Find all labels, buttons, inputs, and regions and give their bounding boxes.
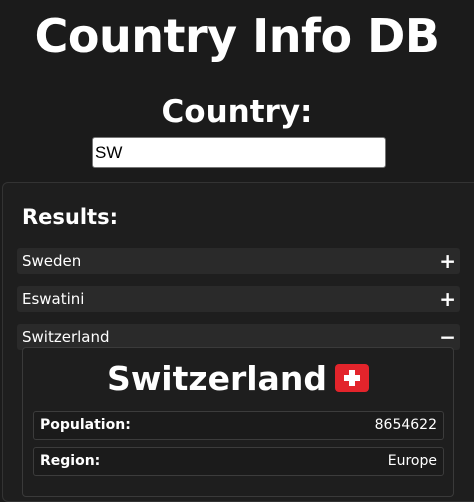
app-title: Country Info DB — [34, 9, 440, 63]
switzerland-flag-icon — [334, 364, 369, 392]
region-value: Europe — [387, 453, 437, 469]
result-item-eswatini[interactable]: Eswatini + — [17, 286, 460, 312]
result-item-label: Sweden — [22, 252, 82, 270]
result-item-sweden[interactable]: Sweden + — [17, 248, 460, 274]
country-name: Switzerland — [107, 359, 327, 398]
country-search-input[interactable] — [92, 137, 386, 168]
region-key: Region: — [40, 453, 101, 469]
population-value: 8654622 — [374, 417, 437, 433]
population-row: Population: 8654622 — [33, 411, 444, 440]
population-key: Population: — [40, 417, 131, 433]
expand-plus-icon[interactable]: + — [439, 286, 456, 312]
country-label: Country: — [161, 94, 313, 130]
expand-plus-icon[interactable]: + — [439, 248, 456, 274]
results-heading: Results: — [22, 205, 118, 229]
country-detail-title: Switzerland — [22, 357, 454, 401]
region-row: Region: Europe — [33, 447, 444, 476]
result-item-label: Eswatini — [22, 290, 85, 308]
